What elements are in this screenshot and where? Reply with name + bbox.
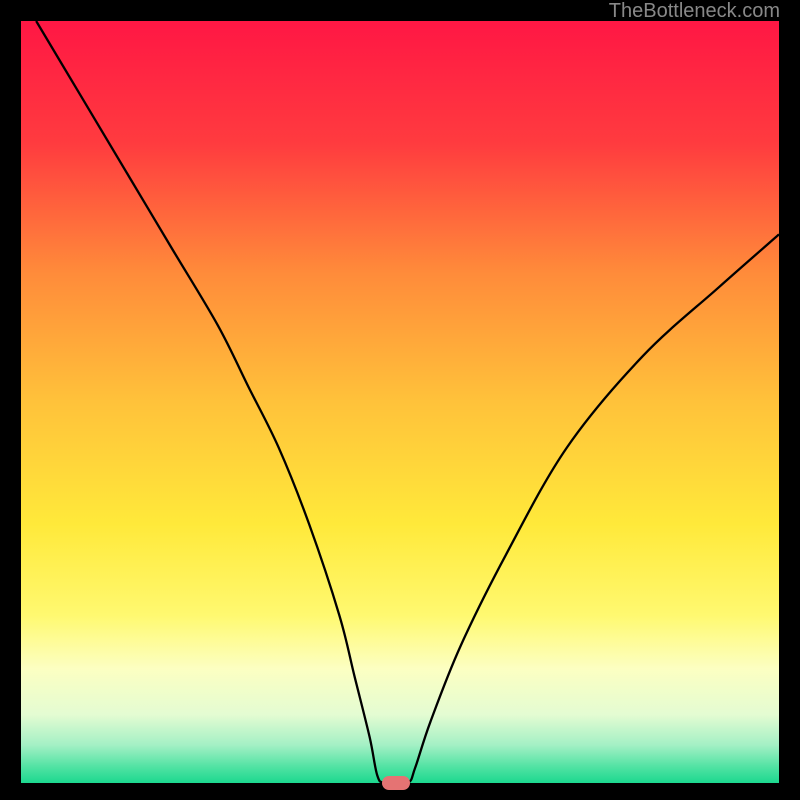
- bottleneck-curve: [36, 21, 779, 783]
- chart-container: TheBottleneck.com: [0, 0, 800, 800]
- plot-area: [21, 21, 779, 783]
- optimal-marker: [382, 776, 410, 790]
- curve-layer: [21, 21, 779, 783]
- watermark-text: TheBottleneck.com: [609, 0, 780, 23]
